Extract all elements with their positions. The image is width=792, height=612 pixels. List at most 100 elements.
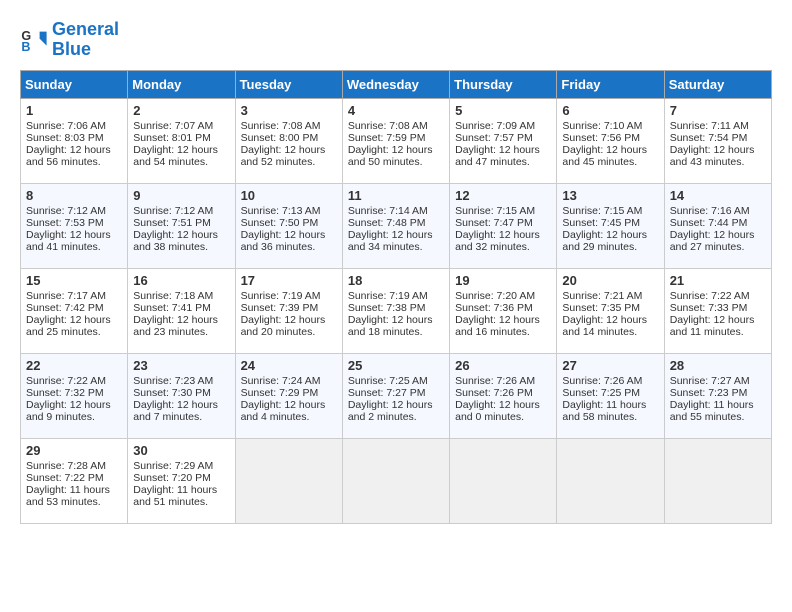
calendar-cell: 26Sunrise: 7:26 AMSunset: 7:26 PMDayligh…	[450, 353, 557, 438]
day-number: 15	[26, 273, 122, 288]
day-info: Sunset: 7:38 PM	[348, 302, 444, 314]
day-info: Sunset: 7:47 PM	[455, 217, 551, 229]
day-info: Sunrise: 7:07 AM	[133, 120, 229, 132]
calendar-table: SundayMondayTuesdayWednesdayThursdayFrid…	[20, 70, 772, 524]
day-number: 1	[26, 103, 122, 118]
day-info: Sunset: 7:56 PM	[562, 132, 658, 144]
day-info: Sunset: 7:50 PM	[241, 217, 337, 229]
day-info: and 36 minutes.	[241, 241, 337, 253]
calendar-cell: 8Sunrise: 7:12 AMSunset: 7:53 PMDaylight…	[21, 183, 128, 268]
page-header: G B General Blue	[20, 20, 772, 60]
column-header-saturday: Saturday	[664, 70, 771, 98]
day-info: Sunset: 7:53 PM	[26, 217, 122, 229]
day-info: Sunrise: 7:06 AM	[26, 120, 122, 132]
day-info: Sunrise: 7:23 AM	[133, 375, 229, 387]
day-info: and 55 minutes.	[670, 411, 766, 423]
day-info: Daylight: 12 hours	[26, 399, 122, 411]
week-row-3: 15Sunrise: 7:17 AMSunset: 7:42 PMDayligh…	[21, 268, 772, 353]
week-row-4: 22Sunrise: 7:22 AMSunset: 7:32 PMDayligh…	[21, 353, 772, 438]
day-number: 23	[133, 358, 229, 373]
day-info: Daylight: 12 hours	[670, 144, 766, 156]
day-info: and 52 minutes.	[241, 156, 337, 168]
day-info: and 56 minutes.	[26, 156, 122, 168]
day-info: Daylight: 12 hours	[670, 229, 766, 241]
day-info: Daylight: 12 hours	[455, 314, 551, 326]
day-info: Sunrise: 7:26 AM	[562, 375, 658, 387]
day-info: Daylight: 12 hours	[26, 229, 122, 241]
day-info: Daylight: 12 hours	[241, 229, 337, 241]
day-number: 4	[348, 103, 444, 118]
logo: G B General Blue	[20, 20, 119, 60]
day-number: 3	[241, 103, 337, 118]
calendar-cell: 22 Sunrise: 7:22 AMSunset: 7:32 PMDayligh…	[21, 353, 128, 438]
day-info: and 16 minutes.	[455, 326, 551, 338]
logo-line1: General	[52, 19, 119, 39]
day-info: Sunset: 7:36 PM	[455, 302, 551, 314]
day-info: and 4 minutes.	[241, 411, 337, 423]
day-info: Sunset: 7:29 PM	[241, 387, 337, 399]
day-info: Sunset: 7:25 PM	[562, 387, 658, 399]
day-number: 8	[26, 188, 122, 203]
day-info: Sunset: 7:42 PM	[26, 302, 122, 314]
day-number: 27	[562, 358, 658, 373]
calendar-cell: 1Sunrise: 7:06 AMSunset: 8:03 PMDaylight…	[21, 98, 128, 183]
column-header-friday: Friday	[557, 70, 664, 98]
calendar-cell: 24Sunrise: 7:24 AMSunset: 7:29 PMDayligh…	[235, 353, 342, 438]
day-info: Daylight: 12 hours	[455, 144, 551, 156]
day-info: and 32 minutes.	[455, 241, 551, 253]
day-info: Daylight: 12 hours	[348, 399, 444, 411]
day-info: Sunrise: 7:18 AM	[133, 290, 229, 302]
day-number: 17	[241, 273, 337, 288]
day-number: 22	[26, 358, 122, 373]
day-info: and 45 minutes.	[562, 156, 658, 168]
day-info: Sunset: 7:32 PM	[26, 387, 122, 399]
header-row: SundayMondayTuesdayWednesdayThursdayFrid…	[21, 70, 772, 98]
week-row-2: 8Sunrise: 7:12 AMSunset: 7:53 PMDaylight…	[21, 183, 772, 268]
column-header-sunday: Sunday	[21, 70, 128, 98]
calendar-cell: 29Sunrise: 7:28 AMSunset: 7:22 PMDayligh…	[21, 438, 128, 523]
day-info: Sunset: 7:57 PM	[455, 132, 551, 144]
day-info: Sunrise: 7:26 AM	[455, 375, 551, 387]
day-info: Sunset: 7:44 PM	[670, 217, 766, 229]
day-info: and 23 minutes.	[133, 326, 229, 338]
day-info: Daylight: 12 hours	[26, 144, 122, 156]
day-info: Sunrise: 7:22 AM	[670, 290, 766, 302]
day-info: and 34 minutes.	[348, 241, 444, 253]
day-number: 14	[670, 188, 766, 203]
day-info: Daylight: 12 hours	[562, 144, 658, 156]
day-info: Sunset: 7:26 PM	[455, 387, 551, 399]
column-header-thursday: Thursday	[450, 70, 557, 98]
day-info: and 27 minutes.	[670, 241, 766, 253]
day-info: Sunset: 7:22 PM	[26, 472, 122, 484]
day-number: 26	[455, 358, 551, 373]
calendar-cell: 4Sunrise: 7:08 AMSunset: 7:59 PMDaylight…	[342, 98, 449, 183]
day-info: Daylight: 11 hours	[133, 484, 229, 496]
day-info: Sunrise: 7:12 AM	[133, 205, 229, 217]
day-info: Sunset: 7:30 PM	[133, 387, 229, 399]
day-info: Sunrise: 7:10 AM	[562, 120, 658, 132]
day-info: Daylight: 12 hours	[670, 314, 766, 326]
day-info: Daylight: 12 hours	[348, 229, 444, 241]
day-info: Sunset: 7:23 PM	[670, 387, 766, 399]
day-info: Daylight: 12 hours	[562, 314, 658, 326]
day-info: and 0 minutes.	[455, 411, 551, 423]
day-number: 11	[348, 188, 444, 203]
day-info: Sunrise: 7:24 AM	[241, 375, 337, 387]
day-info: Sunrise: 7:22 AM	[26, 375, 122, 387]
day-info: and 2 minutes.	[348, 411, 444, 423]
calendar-cell: 12Sunrise: 7:15 AMSunset: 7:47 PMDayligh…	[450, 183, 557, 268]
calendar-cell: 18Sunrise: 7:19 AMSunset: 7:38 PMDayligh…	[342, 268, 449, 353]
calendar-cell	[235, 438, 342, 523]
day-info: and 7 minutes.	[133, 411, 229, 423]
day-info: Sunrise: 7:27 AM	[670, 375, 766, 387]
day-info: Sunrise: 7:21 AM	[562, 290, 658, 302]
column-header-wednesday: Wednesday	[342, 70, 449, 98]
calendar-cell: 25Sunrise: 7:25 AMSunset: 7:27 PMDayligh…	[342, 353, 449, 438]
calendar-cell: 27Sunrise: 7:26 AMSunset: 7:25 PMDayligh…	[557, 353, 664, 438]
day-number: 2	[133, 103, 229, 118]
day-info: Sunrise: 7:19 AM	[241, 290, 337, 302]
day-info: Daylight: 12 hours	[133, 314, 229, 326]
day-info: Sunrise: 7:29 AM	[133, 460, 229, 472]
day-info: Daylight: 11 hours	[26, 484, 122, 496]
day-info: Sunset: 7:54 PM	[670, 132, 766, 144]
